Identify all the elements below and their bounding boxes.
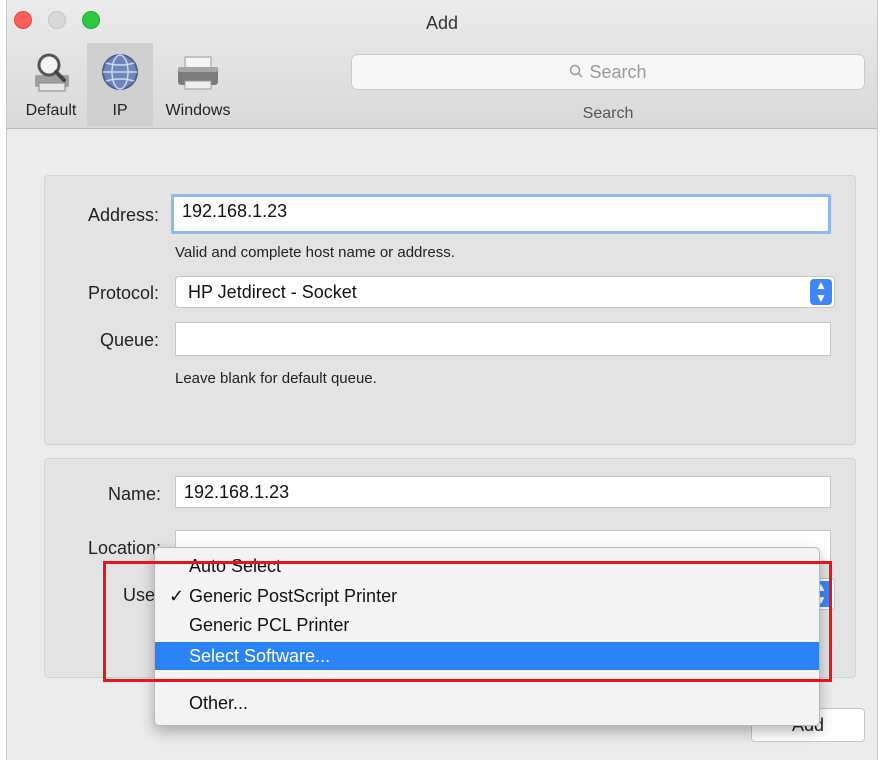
location-label: Location: [87, 538, 161, 558]
globe-icon [99, 51, 141, 98]
address-hint: Valid and complete host name or address. [175, 244, 455, 261]
toolbar-windows-label: Windows [165, 102, 231, 119]
window-title: Add [425, 13, 459, 33]
search-label: Search [582, 105, 634, 122]
toolbar-windows-button[interactable]: Windows [153, 43, 243, 126]
queue-label: Queue: [99, 330, 159, 350]
toolbar-default-label: Default [25, 102, 77, 119]
toolbar-ip-button[interactable]: IP [87, 43, 153, 126]
protocol-select[interactable]: HP Jetdirect - Socket ▲ ▼ [175, 276, 835, 308]
select-stepper-icon: ▲ ▼ [810, 279, 832, 305]
printer-icon [175, 51, 221, 98]
queue-field[interactable] [175, 322, 831, 356]
menu-item-other[interactable]: Other... [155, 689, 819, 717]
queue-hint: Leave blank for default queue. [175, 370, 377, 387]
address-field[interactable]: 192.168.1.23 [171, 194, 831, 234]
protocol-label: Protocol: [87, 283, 159, 303]
toolbar-default-button[interactable]: Default [15, 43, 87, 126]
annotation-highlight-box [103, 561, 832, 682]
search-input[interactable]: Search [351, 54, 865, 90]
name-label: Name: [107, 484, 161, 504]
menu-item-label: Other... [189, 693, 249, 713]
title-toolbar-area: Add Default IP Windows Search Search [7, 0, 877, 129]
address-label: Address: [87, 205, 159, 225]
protocol-value: HP Jetdirect - Socket [188, 282, 357, 302]
toolbar-ip-label: IP [112, 102, 128, 119]
search-icon [569, 55, 583, 89]
name-field[interactable]: 192.168.1.23 [175, 476, 831, 508]
magnifier-printer-icon [31, 51, 73, 98]
search-placeholder: Search [589, 62, 647, 82]
